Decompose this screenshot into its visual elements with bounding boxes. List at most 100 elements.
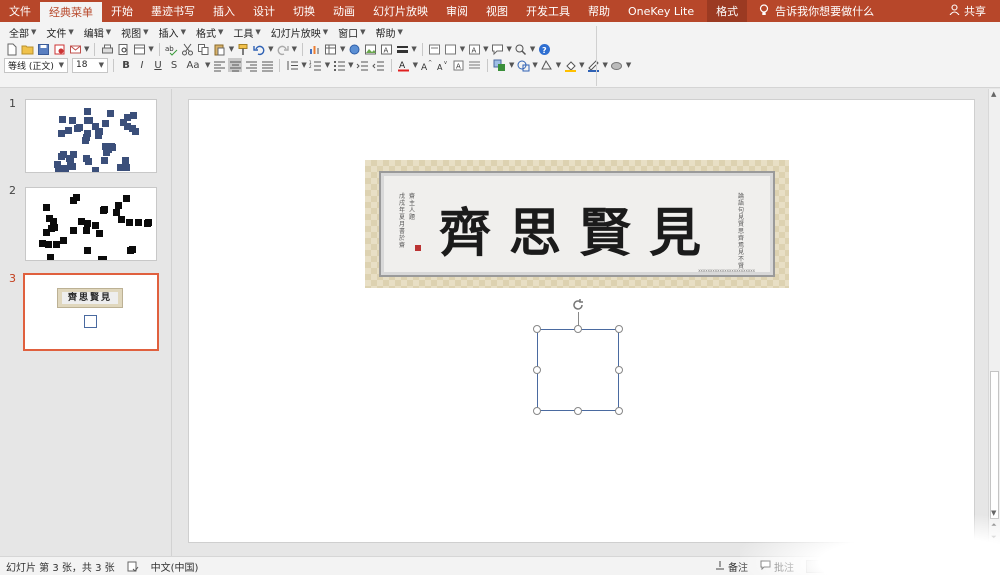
menu-slideshow[interactable]: 幻灯片放映 ▼ — [266, 25, 333, 40]
comments-button[interactable]: 批注 — [754, 559, 800, 574]
tab-view[interactable]: 视图 — [477, 0, 517, 22]
chevron-down-icon[interactable]: ▼ — [411, 45, 416, 53]
chevron-down-icon[interactable]: ▼ — [340, 45, 345, 53]
chevron-down-icon[interactable]: ▼ — [509, 61, 514, 69]
align-right-icon[interactable] — [244, 58, 258, 72]
chevron-down-icon[interactable]: ▼ — [603, 61, 608, 69]
shape-fill-icon[interactable] — [563, 58, 577, 72]
normal-view-icon[interactable] — [806, 559, 824, 573]
tab-home[interactable]: 开始 — [102, 0, 142, 22]
tab-help[interactable]: 帮助 — [579, 0, 619, 22]
underline-button[interactable]: U — [151, 58, 165, 72]
resize-handle-bottom[interactable] — [574, 407, 582, 415]
chevron-down-icon[interactable]: ▼ — [483, 45, 488, 53]
zoom-icon[interactable] — [514, 42, 528, 56]
menu-view[interactable]: 视图 ▼ — [116, 25, 153, 40]
tab-transitions[interactable]: 切换 — [284, 0, 324, 22]
chevron-down-icon[interactable]: ▼ — [348, 61, 353, 69]
slide-design-icon[interactable] — [444, 42, 458, 56]
text-align-icon[interactable] — [468, 58, 482, 72]
italic-button[interactable]: I — [135, 58, 149, 72]
scroll-up-arrow-icon[interactable]: ▲ — [991, 90, 996, 98]
scrollbar-thumb[interactable] — [990, 371, 999, 519]
menu-help[interactable]: 帮助 ▼ — [371, 25, 408, 40]
slide-canvas[interactable]: 戊戌年夏月書於齋 齋主人題 齊思賢見 論語句見賢思齊焉見不賢 xxxxxxxxx… — [188, 99, 975, 543]
chevron-down-icon[interactable]: ▼ — [148, 45, 153, 53]
font-name-select[interactable]: 等线 (正文) ▼ — [4, 57, 68, 73]
menu-window[interactable]: 窗口 ▼ — [333, 25, 370, 40]
tab-onekey-lite[interactable]: OneKey Lite — [619, 0, 703, 22]
resize-handle-top[interactable] — [574, 325, 582, 333]
format-painter-icon[interactable] — [236, 42, 250, 56]
notes-button[interactable]: 备注 — [709, 559, 754, 574]
hyperlink-icon[interactable] — [347, 42, 361, 56]
open-folder-icon[interactable] — [20, 42, 34, 56]
resize-handle-top-right[interactable] — [615, 325, 623, 333]
slide-thumbnail-3[interactable]: 齊思賢見 — [23, 273, 159, 351]
font-color-icon[interactable]: A — [397, 58, 411, 72]
resize-handle-right[interactable] — [615, 366, 623, 374]
tab-insert[interactable]: 插入 — [204, 0, 244, 22]
chevron-down-icon[interactable]: ▼ — [507, 45, 512, 53]
callout-icon[interactable] — [491, 42, 505, 56]
new-document-icon[interactable] — [4, 42, 18, 56]
resize-handle-bottom-right[interactable] — [615, 407, 623, 415]
chevron-down-icon[interactable]: ▼ — [84, 45, 89, 53]
menu-insert[interactable]: 插入 ▼ — [154, 25, 191, 40]
slide-sorter-icon[interactable] — [835, 561, 847, 571]
indent-icon[interactable] — [356, 58, 370, 72]
slide-layout-icon[interactable] — [428, 42, 442, 56]
menu-file[interactable]: 文件 ▼ — [41, 25, 78, 40]
calligraphy-plaque-image[interactable]: 戊戌年夏月書於齋 齋主人題 齊思賢見 論語句見賢思齊焉見不賢 xxxxxxxxx… — [365, 160, 789, 288]
paste-icon[interactable] — [213, 42, 227, 56]
chevron-down-icon[interactable]: ▼ — [532, 61, 537, 69]
undo-icon[interactable] — [252, 42, 266, 56]
resize-handle-left[interactable] — [533, 366, 541, 374]
font-size-select[interactable]: 18 ▼ — [72, 57, 108, 73]
outdent-icon[interactable] — [372, 58, 386, 72]
grow-font-icon[interactable]: A ^ — [420, 58, 434, 72]
vertical-scrollbar[interactable]: ▲ ▼ ⏶ ⏷ — [988, 89, 1000, 556]
menu-edit[interactable]: 编辑 ▼ — [79, 25, 116, 40]
resize-handle-top-left[interactable] — [533, 325, 541, 333]
tab-format[interactable]: 格式 — [707, 0, 748, 22]
align-left-icon[interactable] — [212, 58, 226, 72]
cut-icon[interactable] — [181, 42, 195, 56]
chart-icon[interactable] — [308, 42, 322, 56]
spell-check-icon[interactable]: ab — [165, 42, 179, 56]
chevron-down-icon[interactable]: ▼ — [413, 61, 418, 69]
bullets-icon[interactable] — [332, 58, 346, 72]
copy-icon[interactable] — [197, 42, 211, 56]
chevron-down-icon[interactable]: ▼ — [530, 45, 535, 53]
resize-handle-bottom-left[interactable] — [533, 407, 541, 415]
menu-format[interactable]: 格式 ▼ — [191, 25, 228, 40]
layout-icon[interactable] — [132, 42, 146, 56]
shape-effects-icon[interactable] — [610, 58, 624, 72]
text-frame-icon[interactable]: A — [467, 42, 481, 56]
picture-icon[interactable] — [363, 42, 377, 56]
print-icon[interactable] — [100, 42, 114, 56]
quick-styles-icon[interactable] — [540, 58, 554, 72]
chevron-down-icon[interactable]: ▼ — [460, 45, 465, 53]
line-spacing-icon[interactable] — [285, 58, 299, 72]
print-preview-icon[interactable] — [116, 42, 130, 56]
language-status[interactable]: 中文(中国) — [145, 559, 205, 574]
chevron-down-icon[interactable]: ▼ — [325, 61, 330, 69]
arrange-icon[interactable] — [493, 58, 507, 72]
table-icon[interactable] — [324, 42, 338, 56]
tab-review[interactable]: 审阅 — [437, 0, 477, 22]
next-slide-icon[interactable]: ⏷ — [991, 533, 997, 542]
save-icon[interactable] — [36, 42, 50, 56]
text-direction-icon[interactable]: A — [452, 58, 466, 72]
chevron-down-icon[interactable]: ▼ — [229, 45, 234, 53]
tab-ink[interactable]: 墨迹书写 — [142, 0, 204, 22]
share-button[interactable]: 共享 — [949, 0, 986, 22]
email-icon[interactable] — [68, 42, 82, 56]
redo-icon[interactable] — [276, 42, 290, 56]
chevron-down-icon[interactable]: ▼ — [626, 61, 631, 69]
chevron-down-icon[interactable]: ▼ — [579, 61, 584, 69]
slide-thumbnail-2[interactable] — [25, 187, 157, 261]
justify-icon[interactable] — [260, 58, 274, 72]
spelling-status-icon[interactable] — [121, 561, 145, 572]
chevron-down-icon[interactable]: ▼ — [205, 61, 210, 69]
